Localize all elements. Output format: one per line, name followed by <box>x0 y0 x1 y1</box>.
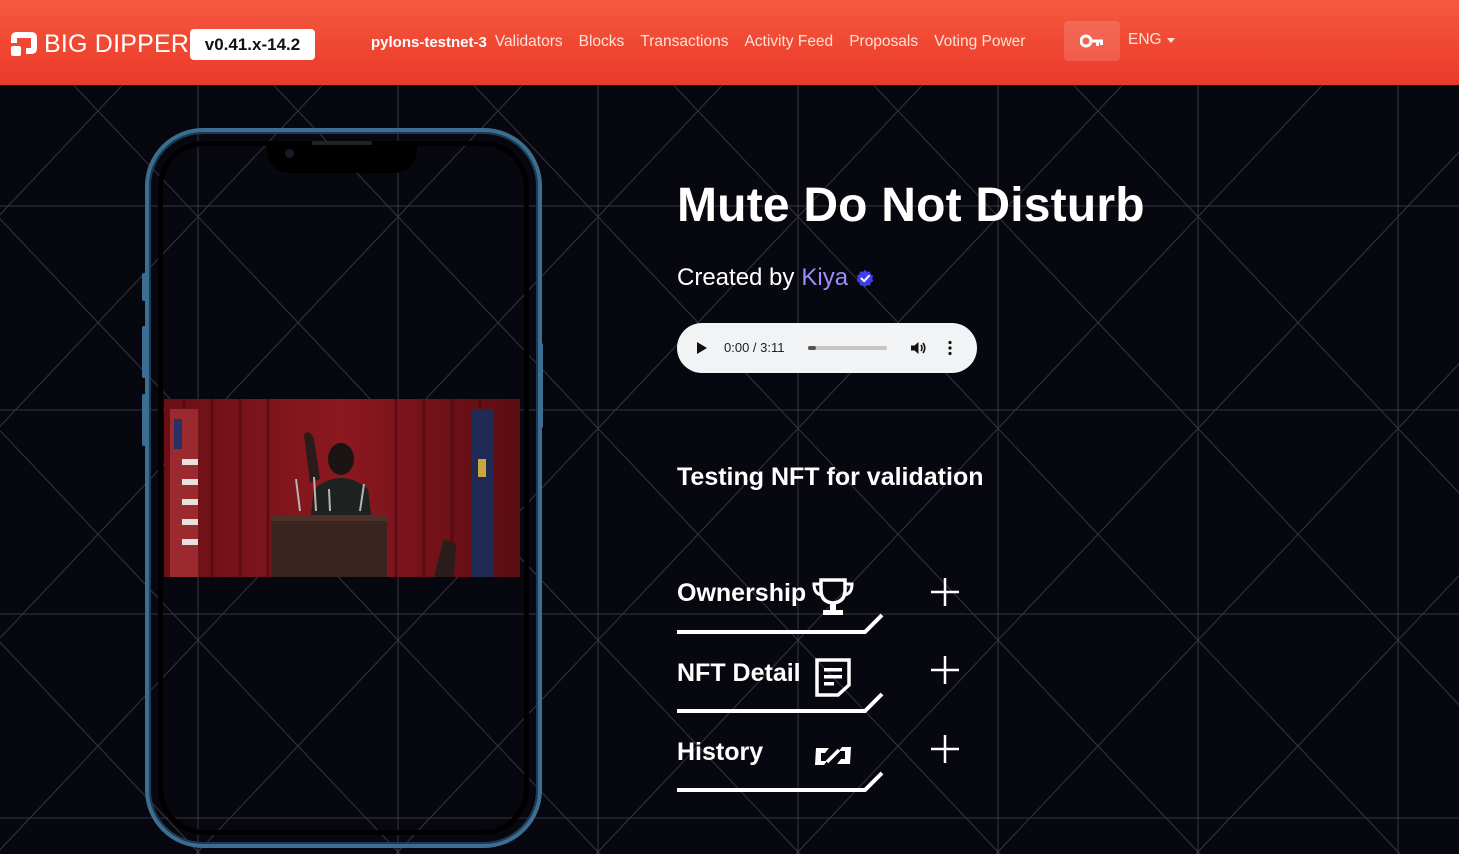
play-icon[interactable] <box>697 342 707 354</box>
volume-icon[interactable] <box>909 339 927 357</box>
sign-in-button[interactable] <box>1064 21 1120 61</box>
phone-side-button <box>142 273 146 301</box>
creator-link[interactable]: Kiya <box>801 264 848 292</box>
phone-side-button <box>539 343 543 428</box>
history-icon <box>815 747 851 765</box>
big-dipper-logo-icon <box>11 32 37 56</box>
nft-description: Testing NFT for validation <box>677 463 984 491</box>
key-icon <box>1080 34 1103 48</box>
expand-ownership-plus-icon[interactable] <box>930 577 960 607</box>
nav-link-blocks[interactable]: Blocks <box>579 33 625 51</box>
expand-history-plus-icon[interactable] <box>930 734 960 764</box>
creator-line: Created by Kiya <box>677 264 874 292</box>
history-section-header[interactable]: History <box>677 735 977 798</box>
brand-logo-link[interactable]: BIG DIPPER <box>9 30 189 58</box>
verified-badge-icon <box>856 269 874 287</box>
language-label: ENG <box>1128 31 1162 48</box>
section-underline <box>677 613 884 634</box>
nav-menu: pylons-testnet-3 Validators Blocks Trans… <box>371 31 1041 53</box>
version-badge: v0.41.x-14.2 <box>190 29 315 60</box>
ownership-label: Ownership <box>677 579 807 607</box>
ownership-section-header[interactable]: Ownership <box>677 577 977 639</box>
audio-player: 0:00 / 3:11 <box>677 323 977 373</box>
nav-link-transactions[interactable]: Transactions <box>640 33 728 51</box>
phone-side-button <box>142 326 146 378</box>
brand-name: BIG DIPPER <box>44 29 190 58</box>
chain-id-label: pylons-testnet-3 <box>371 33 487 51</box>
more-options-icon[interactable] <box>948 340 952 356</box>
section-underline <box>677 771 884 792</box>
phone-notch <box>267 141 417 173</box>
language-dropdown[interactable]: ENG <box>1128 31 1175 49</box>
created-by-label: Created by <box>677 264 795 291</box>
section-underline <box>677 692 884 713</box>
phone-side-button <box>142 394 146 446</box>
history-label: History <box>677 738 764 766</box>
media-still-image <box>164 399 520 577</box>
nav-link-proposals[interactable]: Proposals <box>849 33 918 51</box>
nft-media-image[interactable] <box>164 399 520 577</box>
phone-speaker <box>312 141 372 145</box>
chevron-down-icon <box>1166 37 1175 43</box>
audio-time-display: 0:00 / 3:11 <box>724 340 785 355</box>
nav-link-validators[interactable]: Validators <box>495 33 563 51</box>
navbar: BIG DIPPER v0.41.x-14.2 pylons-testnet-3… <box>0 0 1459 85</box>
nav-link-voting-power[interactable]: Voting Power <box>934 33 1025 51</box>
nft-title: Mute Do Not Disturb <box>677 179 1145 232</box>
nav-link-activity-feed[interactable]: Activity Feed <box>744 33 833 51</box>
audio-seek-slider[interactable] <box>808 346 887 350</box>
expand-nft-detail-plus-icon[interactable] <box>930 655 960 685</box>
nft-detail-section-header[interactable]: NFT Detail <box>677 656 977 719</box>
audio-progress-fill <box>808 346 816 350</box>
nft-detail-label: NFT Detail <box>677 659 801 687</box>
phone-camera-icon <box>285 149 294 158</box>
